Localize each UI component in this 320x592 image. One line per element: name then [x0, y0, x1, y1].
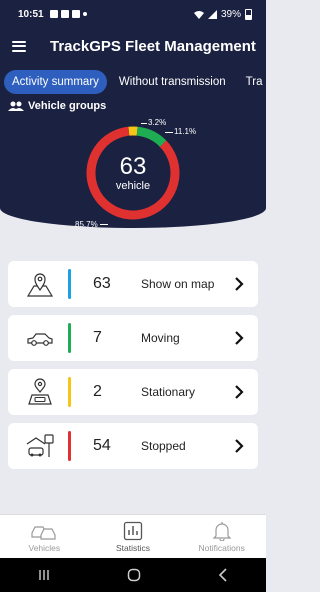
people-icon: [8, 101, 24, 111]
status-time: 10:51: [18, 8, 44, 20]
notification-icon: [71, 10, 80, 18]
back-icon[interactable]: [218, 568, 228, 582]
notification-icon: [60, 10, 69, 18]
app-title: TrackGPS Fleet Management: [50, 37, 256, 55]
chevron-right-icon: [235, 331, 244, 345]
battery-icon: [245, 8, 252, 20]
status-color-bar: [68, 377, 71, 407]
nav-statistics[interactable]: Statistics: [89, 515, 178, 558]
hamburger-menu-icon[interactable]: [12, 40, 26, 52]
leader-line: [100, 224, 108, 225]
notification-icon: [49, 10, 58, 18]
system-navigation-bar: [0, 558, 266, 592]
vehicle-groups-header[interactable]: Vehicle groups: [8, 100, 106, 112]
card-label: Show on map: [141, 277, 215, 291]
chevron-right-icon: [235, 439, 244, 453]
card-stationary[interactable]: 2 Stationary: [8, 369, 258, 415]
signal-icon: [207, 9, 217, 19]
tab-activity-summary[interactable]: Activity summary: [4, 70, 107, 94]
nav-notifications[interactable]: Notifications: [177, 515, 266, 558]
notification-dot-icon: [82, 12, 87, 16]
tab-partial[interactable]: Tra: [238, 70, 266, 94]
vehicle-groups-label: Vehicle groups: [28, 100, 107, 112]
donut-center: 63 vehicle: [84, 124, 182, 222]
nav-label: Statistics: [116, 542, 151, 553]
garage-icon: [26, 434, 54, 457]
leader-line: [141, 123, 147, 124]
card-count: 7: [93, 329, 102, 346]
car-icon: [27, 333, 53, 346]
card-stopped[interactable]: 54 Stopped: [8, 423, 258, 469]
card-label: Stationary: [141, 385, 196, 399]
pct-label-moving: 11.1%: [174, 127, 197, 136]
bottom-navigation: Vehicles Statistics Notifications: [0, 514, 266, 558]
status-color-bar: [68, 431, 71, 461]
notification-icons: [49, 10, 87, 18]
card-count: 54: [93, 437, 111, 454]
tab-bar: Activity summary Without transmission Tr…: [0, 64, 266, 100]
map-pin-icon: [26, 273, 54, 297]
status-bar: 10:51 39%: [0, 0, 266, 28]
status-color-bar: [68, 269, 71, 299]
chevron-right-icon: [235, 277, 244, 291]
card-label: Stopped: [141, 439, 186, 453]
nav-label: Notifications: [198, 542, 245, 553]
pct-label-stationary: 3.2%: [148, 118, 167, 127]
card-count: 63: [93, 275, 111, 292]
location-car-icon: [28, 378, 52, 405]
pct-label-stopped: 85.7%: [75, 220, 98, 229]
card-count: 2: [93, 383, 102, 400]
leader-line: [165, 132, 173, 133]
nav-vehicles[interactable]: Vehicles: [0, 515, 89, 558]
tab-without-transmission[interactable]: Without transmission: [111, 70, 234, 94]
donut-unit: vehicle: [115, 180, 151, 192]
status-color-bar: [68, 323, 71, 353]
battery-percent: 39%: [220, 8, 241, 20]
card-moving[interactable]: 7 Moving: [8, 315, 258, 361]
donut-total: 63: [119, 153, 147, 180]
card-show-on-map[interactable]: 63 Show on map: [8, 261, 258, 307]
app-bar: TrackGPS Fleet Management: [0, 28, 266, 64]
card-label: Moving: [141, 331, 180, 345]
chevron-right-icon: [235, 385, 244, 399]
bell-icon: [212, 521, 231, 541]
wifi-icon: [193, 10, 204, 19]
statistics-icon: [123, 521, 143, 540]
recent-apps-icon[interactable]: [38, 569, 50, 581]
vehicles-icon: [31, 525, 56, 540]
nav-label: Vehicles: [28, 542, 61, 553]
home-icon[interactable]: [127, 568, 141, 582]
